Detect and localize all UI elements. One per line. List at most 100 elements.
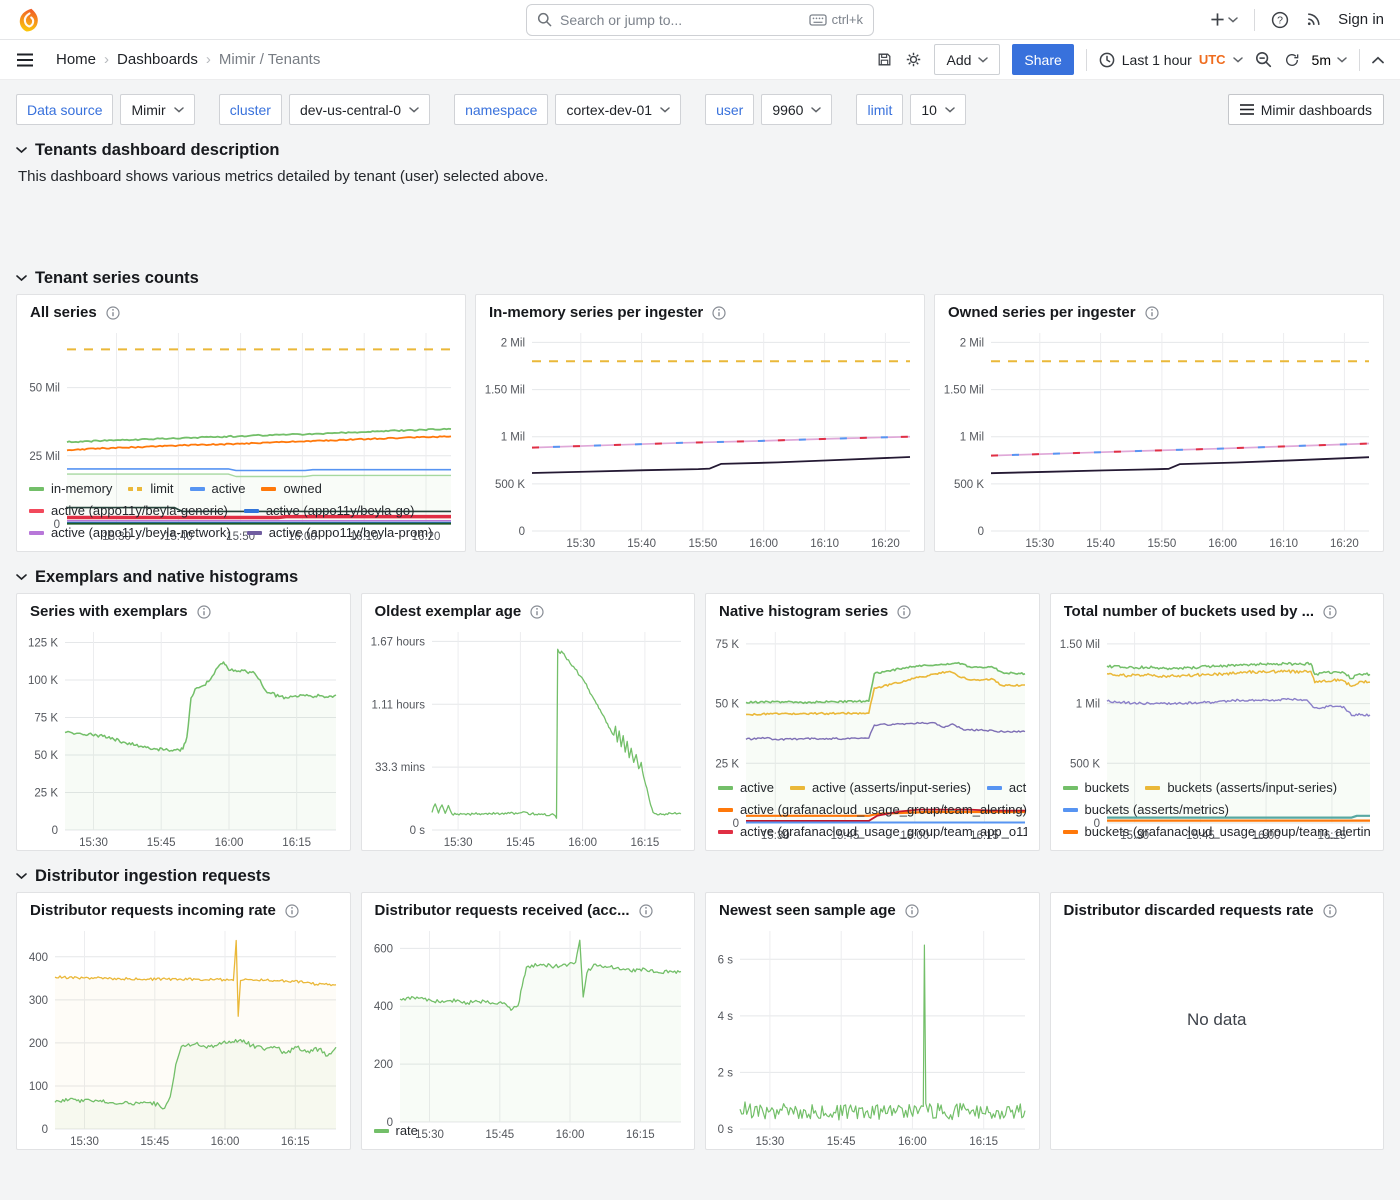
- time-series-chart[interactable]: 025 K50 K75 K15:3015:4516:0016:15: [710, 624, 1031, 777]
- variable-value-dropdown[interactable]: 10: [910, 94, 966, 125]
- share-button[interactable]: Share: [1012, 44, 1073, 75]
- time-series-chart[interactable]: 025 Mil50 Mil15:3015:4015:5016:0016:1016…: [21, 325, 457, 478]
- search-input[interactable]: Search or jump to... ctrl+k: [526, 4, 874, 36]
- zoom-out-icon: [1255, 51, 1272, 68]
- legend-swatch: [987, 786, 1002, 790]
- info-icon[interactable]: [106, 306, 120, 320]
- time-series-chart[interactable]: 025 K50 K75 K100 K125 K15:3015:4516:0016…: [21, 624, 342, 850]
- panel-title[interactable]: Owned series per ingester: [948, 304, 1136, 321]
- keyboard-icon: [809, 13, 827, 27]
- svg-text:?: ?: [1277, 14, 1283, 26]
- time-series-chart[interactable]: 0500 K1 Mil1.50 Mil2 Mil15:3015:4015:501…: [939, 325, 1375, 551]
- news-button[interactable]: [1305, 11, 1322, 28]
- svg-text:1 Mil: 1 Mil: [960, 432, 984, 444]
- legend-row: active (grafanacloud_usage_group/team_al…: [718, 799, 1027, 821]
- zoom-out-button[interactable]: [1255, 51, 1272, 68]
- legend-item[interactable]: buckets (asserts/input-series): [1145, 777, 1337, 799]
- add-menu-button[interactable]: [1210, 12, 1238, 27]
- legend-swatch: [718, 830, 733, 834]
- help-button[interactable]: ?: [1271, 11, 1289, 29]
- legend-item[interactable]: active (appo11y/beyla-network): [29, 522, 231, 544]
- legend-item[interactable]: active: [718, 777, 774, 799]
- info-icon[interactable]: [905, 904, 919, 918]
- legend-item[interactable]: rate: [374, 1120, 418, 1142]
- section-description[interactable]: Tenants dashboard description: [16, 141, 1384, 160]
- time-series-chart[interactable]: 0 s2 s4 s6 s15:3015:4516:0016:15: [710, 923, 1031, 1149]
- panel-title[interactable]: Distributor requests incoming rate: [30, 902, 276, 919]
- info-icon[interactable]: [285, 904, 299, 918]
- svg-text:1 Mil: 1 Mil: [501, 432, 525, 444]
- legend-swatch: [1145, 786, 1160, 790]
- legend-item[interactable]: active (asserts/metrics): [987, 777, 1027, 799]
- info-icon[interactable]: [1323, 605, 1337, 619]
- variable-value-dropdown[interactable]: dev-us-central-0: [289, 94, 430, 125]
- svg-text:25 Mil: 25 Mil: [29, 451, 60, 463]
- variable-value-dropdown[interactable]: Mimir: [120, 94, 194, 125]
- dashboard-settings-button[interactable]: [905, 51, 922, 68]
- time-series-chart[interactable]: 0500 K1 Mil1.50 Mil2 Mil15:3015:4015:501…: [480, 325, 916, 551]
- variable-value-dropdown[interactable]: 9960: [761, 94, 832, 125]
- collapse-toolbar-button[interactable]: [1372, 56, 1384, 64]
- svg-text:16:20: 16:20: [1330, 538, 1359, 550]
- svg-text:100 K: 100 K: [28, 675, 58, 687]
- svg-text:0: 0: [978, 526, 984, 538]
- save-dashboard-button[interactable]: [876, 51, 893, 68]
- panel-title[interactable]: In-memory series per ingester: [489, 304, 703, 321]
- panel-title[interactable]: Distributor requests received (acc...: [375, 902, 630, 919]
- legend-item[interactable]: active (appo11y/beyla-generic): [29, 500, 228, 522]
- mega-menu-button[interactable]: [16, 53, 34, 67]
- refresh-button[interactable]: [1284, 52, 1300, 68]
- legend-item[interactable]: active (appo11y/beyla-go): [244, 500, 415, 522]
- breadcrumb-home[interactable]: Home: [56, 51, 96, 68]
- legend-item[interactable]: buckets (grafanacloud_usage_group/team_a…: [1063, 821, 1372, 843]
- panel-title[interactable]: Native histogram series: [719, 603, 888, 620]
- info-icon[interactable]: [639, 904, 653, 918]
- info-icon[interactable]: [897, 605, 911, 619]
- svg-text:25 K: 25 K: [715, 758, 739, 770]
- time-series-chart[interactable]: 010020030040015:3015:4516:0016:15: [21, 923, 342, 1149]
- plus-icon: [1210, 12, 1225, 27]
- info-icon[interactable]: [197, 605, 211, 619]
- sign-in-link[interactable]: Sign in: [1338, 11, 1384, 28]
- legend-item[interactable]: active (asserts/input-series): [790, 777, 971, 799]
- time-range-picker[interactable]: Last 1 hour UTC: [1099, 52, 1243, 68]
- legend-item[interactable]: in-memory: [29, 478, 112, 500]
- variable-value-dropdown[interactable]: cortex-dev-01: [555, 94, 681, 125]
- section-tenant-series-counts[interactable]: Tenant series counts: [16, 269, 1384, 288]
- legend-item[interactable]: buckets (asserts/metrics): [1063, 799, 1229, 821]
- refresh-interval-picker[interactable]: 5m: [1312, 52, 1347, 68]
- info-icon[interactable]: [712, 306, 726, 320]
- legend-item[interactable]: active: [190, 478, 246, 500]
- breadcrumb-dashboards[interactable]: Dashboards: [117, 51, 198, 68]
- gear-icon: [905, 51, 922, 68]
- legend-item[interactable]: active (appo11y/beyla-prom): [247, 522, 433, 544]
- legend-row: buckets (asserts/metrics): [1063, 799, 1372, 821]
- section-distributor[interactable]: Distributor ingestion requests: [16, 867, 1384, 886]
- info-icon[interactable]: [1145, 306, 1159, 320]
- legend-item[interactable]: owned: [261, 478, 321, 500]
- add-panel-button[interactable]: Add: [934, 44, 1000, 75]
- panel-title[interactable]: Total number of buckets used by ...: [1064, 603, 1315, 620]
- svg-text:15:30: 15:30: [70, 1136, 99, 1148]
- panel-title[interactable]: Newest seen sample age: [719, 902, 896, 919]
- time-series-chart[interactable]: 0 s33.3 mins1.11 hours1.67 hours15:3015:…: [366, 624, 687, 850]
- svg-text:0: 0: [52, 825, 58, 837]
- grafana-logo[interactable]: [16, 7, 42, 33]
- svg-text:400: 400: [29, 952, 48, 964]
- panel-title[interactable]: All series: [30, 304, 97, 321]
- panel-title[interactable]: Distributor discarded requests rate: [1064, 902, 1314, 919]
- svg-text:500 K: 500 K: [495, 479, 525, 491]
- info-icon[interactable]: [530, 605, 544, 619]
- panel-title[interactable]: Oldest exemplar age: [375, 603, 522, 620]
- time-series-chart[interactable]: 020040060015:3015:4516:0016:15: [366, 923, 687, 1120]
- legend-item[interactable]: buckets: [1063, 777, 1130, 799]
- section-exemplars[interactable]: Exemplars and native histograms: [16, 568, 1384, 587]
- info-icon[interactable]: [1323, 904, 1337, 918]
- mimir-dashboards-button[interactable]: Mimir dashboards: [1228, 94, 1384, 125]
- legend-item[interactable]: active (grafanacloud_usage_group/team_ap…: [718, 821, 1027, 843]
- panel-title[interactable]: Series with exemplars: [30, 603, 188, 620]
- time-series-chart[interactable]: 0500 K1 Mil1.50 Mil15:3015:4516:0016:15: [1055, 624, 1376, 777]
- legend-item[interactable]: limit: [128, 478, 173, 500]
- legend-item[interactable]: active (grafanacloud_usage_group/team_al…: [718, 799, 1027, 821]
- breadcrumb-separator: ›: [104, 51, 109, 68]
